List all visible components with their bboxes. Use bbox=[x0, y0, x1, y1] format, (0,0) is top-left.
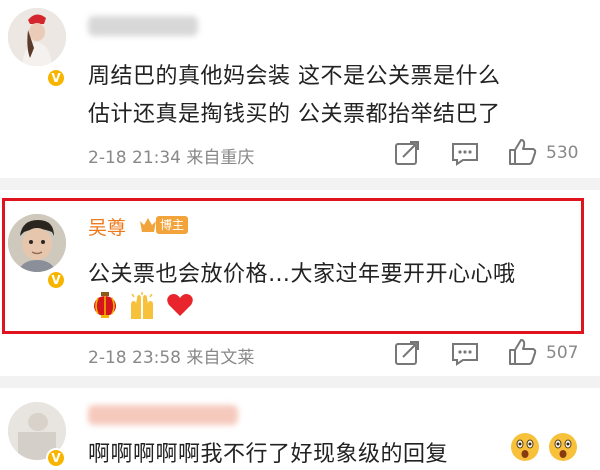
comment-emojis bbox=[92, 292, 194, 320]
astonished-face-emoji bbox=[511, 433, 539, 461]
section-divider bbox=[0, 178, 600, 190]
verified-badge-icon: V bbox=[46, 270, 66, 290]
crown-icon bbox=[140, 218, 156, 232]
comment-emojis bbox=[510, 432, 578, 462]
like-button[interactable] bbox=[508, 338, 538, 370]
red-heart-emoji bbox=[167, 294, 193, 316]
astonished-face-emoji bbox=[549, 433, 577, 461]
avatar-photo bbox=[8, 214, 66, 272]
comment-source: 来自重庆 bbox=[186, 148, 255, 168]
share-button[interactable] bbox=[394, 140, 420, 170]
share-icon bbox=[395, 341, 419, 365]
comment-text-line: 公关票也会放价格…大家过年要开开心心哦 bbox=[88, 262, 516, 287]
thumbs-up-icon bbox=[509, 339, 537, 365]
comment-date: 2-18 bbox=[88, 148, 127, 168]
verified-badge-icon: V bbox=[46, 68, 66, 88]
author-name[interactable]: 吴尊 bbox=[88, 213, 126, 240]
like-button[interactable] bbox=[508, 138, 538, 170]
blogger-badge-label: 博主 bbox=[156, 216, 189, 234]
comment-time: 21:34 bbox=[132, 148, 181, 168]
reply-button[interactable] bbox=[451, 142, 479, 170]
like-count: 507 bbox=[546, 343, 579, 363]
like-count: 530 bbox=[546, 143, 579, 163]
verified-badge-icon: V bbox=[46, 448, 66, 468]
comment-date: 2-18 bbox=[88, 348, 127, 368]
author-name-blurred[interactable] bbox=[88, 16, 198, 36]
section-divider bbox=[0, 376, 600, 388]
avatar-photo bbox=[8, 8, 66, 66]
share-icon bbox=[395, 141, 419, 165]
comment-source: 来自文莱 bbox=[186, 348, 255, 368]
raised-hands-emoji bbox=[131, 292, 153, 319]
comment-text-line: 周结巴的真他妈会装 这不是公关票是什么 bbox=[88, 64, 501, 89]
comment-text-line: 估计还真是掏钱买的 公关票都抬举结巴了 bbox=[88, 102, 501, 127]
red-lantern-emoji bbox=[94, 292, 116, 318]
author-name-blurred[interactable] bbox=[88, 405, 238, 425]
avatar[interactable] bbox=[8, 214, 66, 272]
comment-meta: 2-18 21:34 来自重庆 bbox=[88, 143, 254, 168]
thumbs-up-icon bbox=[509, 139, 537, 165]
comment-time: 23:58 bbox=[132, 348, 181, 368]
comment-meta: 2-18 23:58 来自文莱 bbox=[88, 343, 254, 368]
comment-text-line: 啊啊啊啊啊我不行了好现象级的回复 bbox=[88, 442, 449, 467]
author-badge: 博主 bbox=[138, 215, 189, 235]
reply-button[interactable] bbox=[451, 342, 479, 370]
share-button[interactable] bbox=[394, 340, 420, 370]
avatar[interactable] bbox=[8, 8, 66, 66]
comment-icon bbox=[452, 343, 478, 366]
comment-icon bbox=[452, 143, 478, 166]
